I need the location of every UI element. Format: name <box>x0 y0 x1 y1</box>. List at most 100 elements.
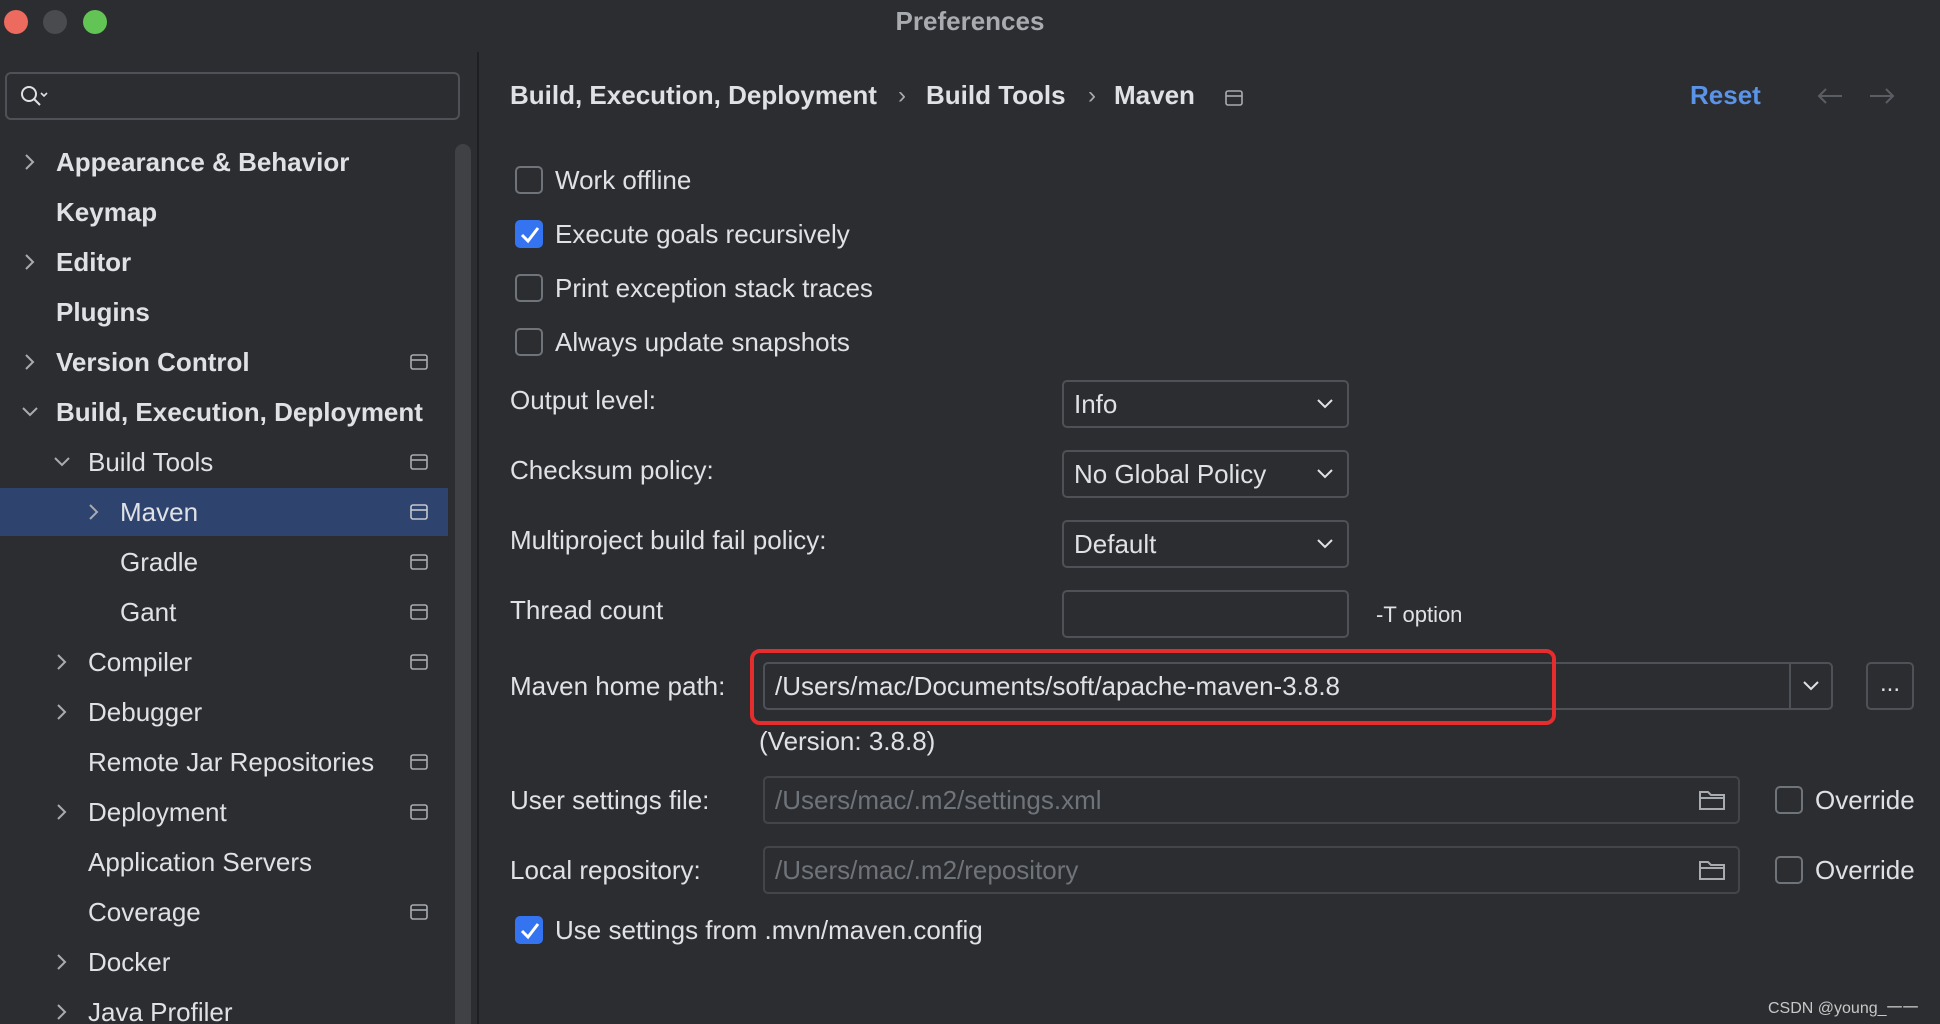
chevron-down-icon[interactable] <box>50 450 74 474</box>
tree-item-application-servers[interactable]: Application Servers <box>0 838 448 886</box>
chevron-right-icon[interactable] <box>50 700 74 724</box>
tree-item-appearance-behavior[interactable]: Appearance & Behavior <box>0 138 448 186</box>
tree-item-label: Compiler <box>88 647 193 677</box>
tree-item-label: Coverage <box>88 897 201 927</box>
maven-home-label: Maven home path: <box>510 671 726 701</box>
dropdown-value: No Global Policy <box>1074 459 1267 489</box>
breadcrumb-item: Maven <box>1114 80 1195 110</box>
breadcrumb-item[interactable]: Build Tools <box>926 80 1066 111</box>
chevron-right-icon[interactable] <box>50 1000 74 1024</box>
project-scope-icon <box>410 804 428 820</box>
input-value: /Users/mac/.m2/settings.xml <box>775 785 1102 815</box>
input-value: /Users/mac/.m2/repository <box>775 855 1079 885</box>
chevron-right-icon[interactable] <box>18 150 42 174</box>
tree-item-plugins[interactable]: Plugins <box>0 288 448 336</box>
checkmark-icon <box>520 923 540 940</box>
tree-item-label: Keymap <box>56 197 158 227</box>
tree-item-editor[interactable]: Editor <box>0 238 448 286</box>
tree-item-gant[interactable]: Gant <box>0 588 448 636</box>
tree-item-compiler[interactable]: Compiler <box>0 638 448 686</box>
chevron-right-icon[interactable] <box>82 500 106 524</box>
chevron-down-icon[interactable] <box>18 400 42 424</box>
thread-count-hint: -T option <box>1376 602 1463 627</box>
project-scope-icon <box>410 504 428 520</box>
chevron-right-icon[interactable] <box>50 650 74 674</box>
title-bar: Preferences <box>0 0 1940 44</box>
chevron-right-icon[interactable] <box>50 950 74 974</box>
breadcrumb-separator: › <box>1088 82 1096 109</box>
checkbox-box[interactable] <box>515 274 543 302</box>
reset-link[interactable]: Reset <box>1690 80 1761 111</box>
checkbox-label: Execute goals recursively <box>555 219 850 249</box>
tree-item-coverage[interactable]: Coverage <box>0 888 448 936</box>
chevron-right-icon[interactable] <box>18 350 42 374</box>
combo-divider <box>1789 664 1791 708</box>
tree-item-remote-jar-repositories[interactable]: Remote Jar Repositories <box>0 738 448 786</box>
tree-item-label: Application Servers <box>88 847 312 877</box>
checkbox-box[interactable] <box>1775 856 1803 884</box>
checksum-policy-label: Checksum policy: <box>510 455 714 485</box>
user-settings-label: User settings file: <box>510 785 710 815</box>
tree-item-docker[interactable]: Docker <box>0 938 448 986</box>
chevron-down-icon <box>1317 539 1333 549</box>
settings-sidebar: Appearance & Behavior Keymap Editor Plug… <box>0 44 478 1024</box>
tree-item-label: Debugger <box>88 697 203 727</box>
breadcrumb-item[interactable]: Build, Execution, Deployment <box>510 80 877 111</box>
tree-item-label: Java Profiler <box>88 997 233 1024</box>
checkbox-box[interactable] <box>1775 786 1803 814</box>
checksum-policy-dropdown[interactable]: No Global Policy <box>1062 450 1349 498</box>
tree-item-maven[interactable]: Maven <box>0 488 448 536</box>
chevron-down-icon[interactable] <box>1801 678 1821 694</box>
maven-version-label: (Version: 3.8.8) <box>759 726 936 756</box>
chevron-right-icon[interactable] <box>50 800 74 824</box>
checkbox-box[interactable] <box>515 916 543 944</box>
project-scope-icon <box>410 904 428 920</box>
project-scope-icon <box>410 454 428 470</box>
checkbox-box[interactable] <box>515 328 543 356</box>
user-settings-file-input[interactable]: /Users/mac/.m2/settings.xml <box>763 776 1740 824</box>
tree-item-deployment[interactable]: Deployment <box>0 788 448 836</box>
tree-item-label: Gradle <box>120 547 199 577</box>
search-icon <box>21 86 48 106</box>
tree-item-label: Plugins <box>56 297 150 327</box>
maven-settings-panel: Build, Execution, Deployment › Build Too… <box>479 44 1940 1024</box>
tree-item-label: Gant <box>120 597 177 627</box>
tree-item-build-execution-deployment[interactable]: Build, Execution, Deployment <box>0 388 448 436</box>
project-scope-icon <box>410 554 428 570</box>
checkbox-box[interactable] <box>515 220 543 248</box>
annotation-highlight-box <box>750 649 1556 725</box>
window-title: Preferences <box>895 6 1045 36</box>
settings-search-input[interactable] <box>5 72 460 120</box>
checkbox-label: Always update snapshots <box>555 327 850 357</box>
tree-item-debugger[interactable]: Debugger <box>0 688 448 736</box>
thread-count-input[interactable] <box>1062 590 1349 638</box>
tree-item-label: Editor <box>56 247 132 277</box>
checkbox-label: Work offline <box>555 165 692 195</box>
browse-maven-home-button[interactable]: ... <box>1866 662 1914 710</box>
tree-item-build-tools[interactable]: Build Tools <box>0 438 448 486</box>
checkmark-icon <box>520 227 540 244</box>
sidebar-scrollbar[interactable] <box>455 144 471 1024</box>
forward-arrow-icon[interactable] <box>1867 86 1897 106</box>
local-repository-input[interactable]: /Users/mac/.m2/repository <box>763 846 1740 894</box>
folder-icon[interactable] <box>1698 788 1726 812</box>
back-arrow-icon[interactable] <box>1815 86 1845 106</box>
project-scope-icon <box>410 654 428 670</box>
checkbox-box[interactable] <box>515 166 543 194</box>
checkbox-label: Override <box>1815 855 1915 885</box>
project-scope-icon <box>410 754 428 770</box>
multiproject-fail-policy-dropdown[interactable]: Default <box>1062 520 1349 568</box>
tree-item-version-control[interactable]: Version Control <box>0 338 448 386</box>
tree-item-keymap[interactable]: Keymap <box>0 188 448 236</box>
breadcrumb-separator: › <box>898 82 906 109</box>
project-scope-icon <box>410 354 428 370</box>
chevron-right-icon[interactable] <box>18 250 42 274</box>
tree-item-label: Deployment <box>88 797 227 827</box>
tree-item-java-profiler[interactable]: Java Profiler <box>0 988 448 1024</box>
watermark: CSDN @young_一一 <box>1768 1000 1919 1017</box>
checkbox-label: Override <box>1815 785 1915 815</box>
output-level-dropdown[interactable]: Info <box>1062 380 1349 428</box>
tree-item-gradle[interactable]: Gradle <box>0 538 448 586</box>
tree-item-label: Appearance & Behavior <box>56 147 350 177</box>
folder-icon[interactable] <box>1698 858 1726 882</box>
